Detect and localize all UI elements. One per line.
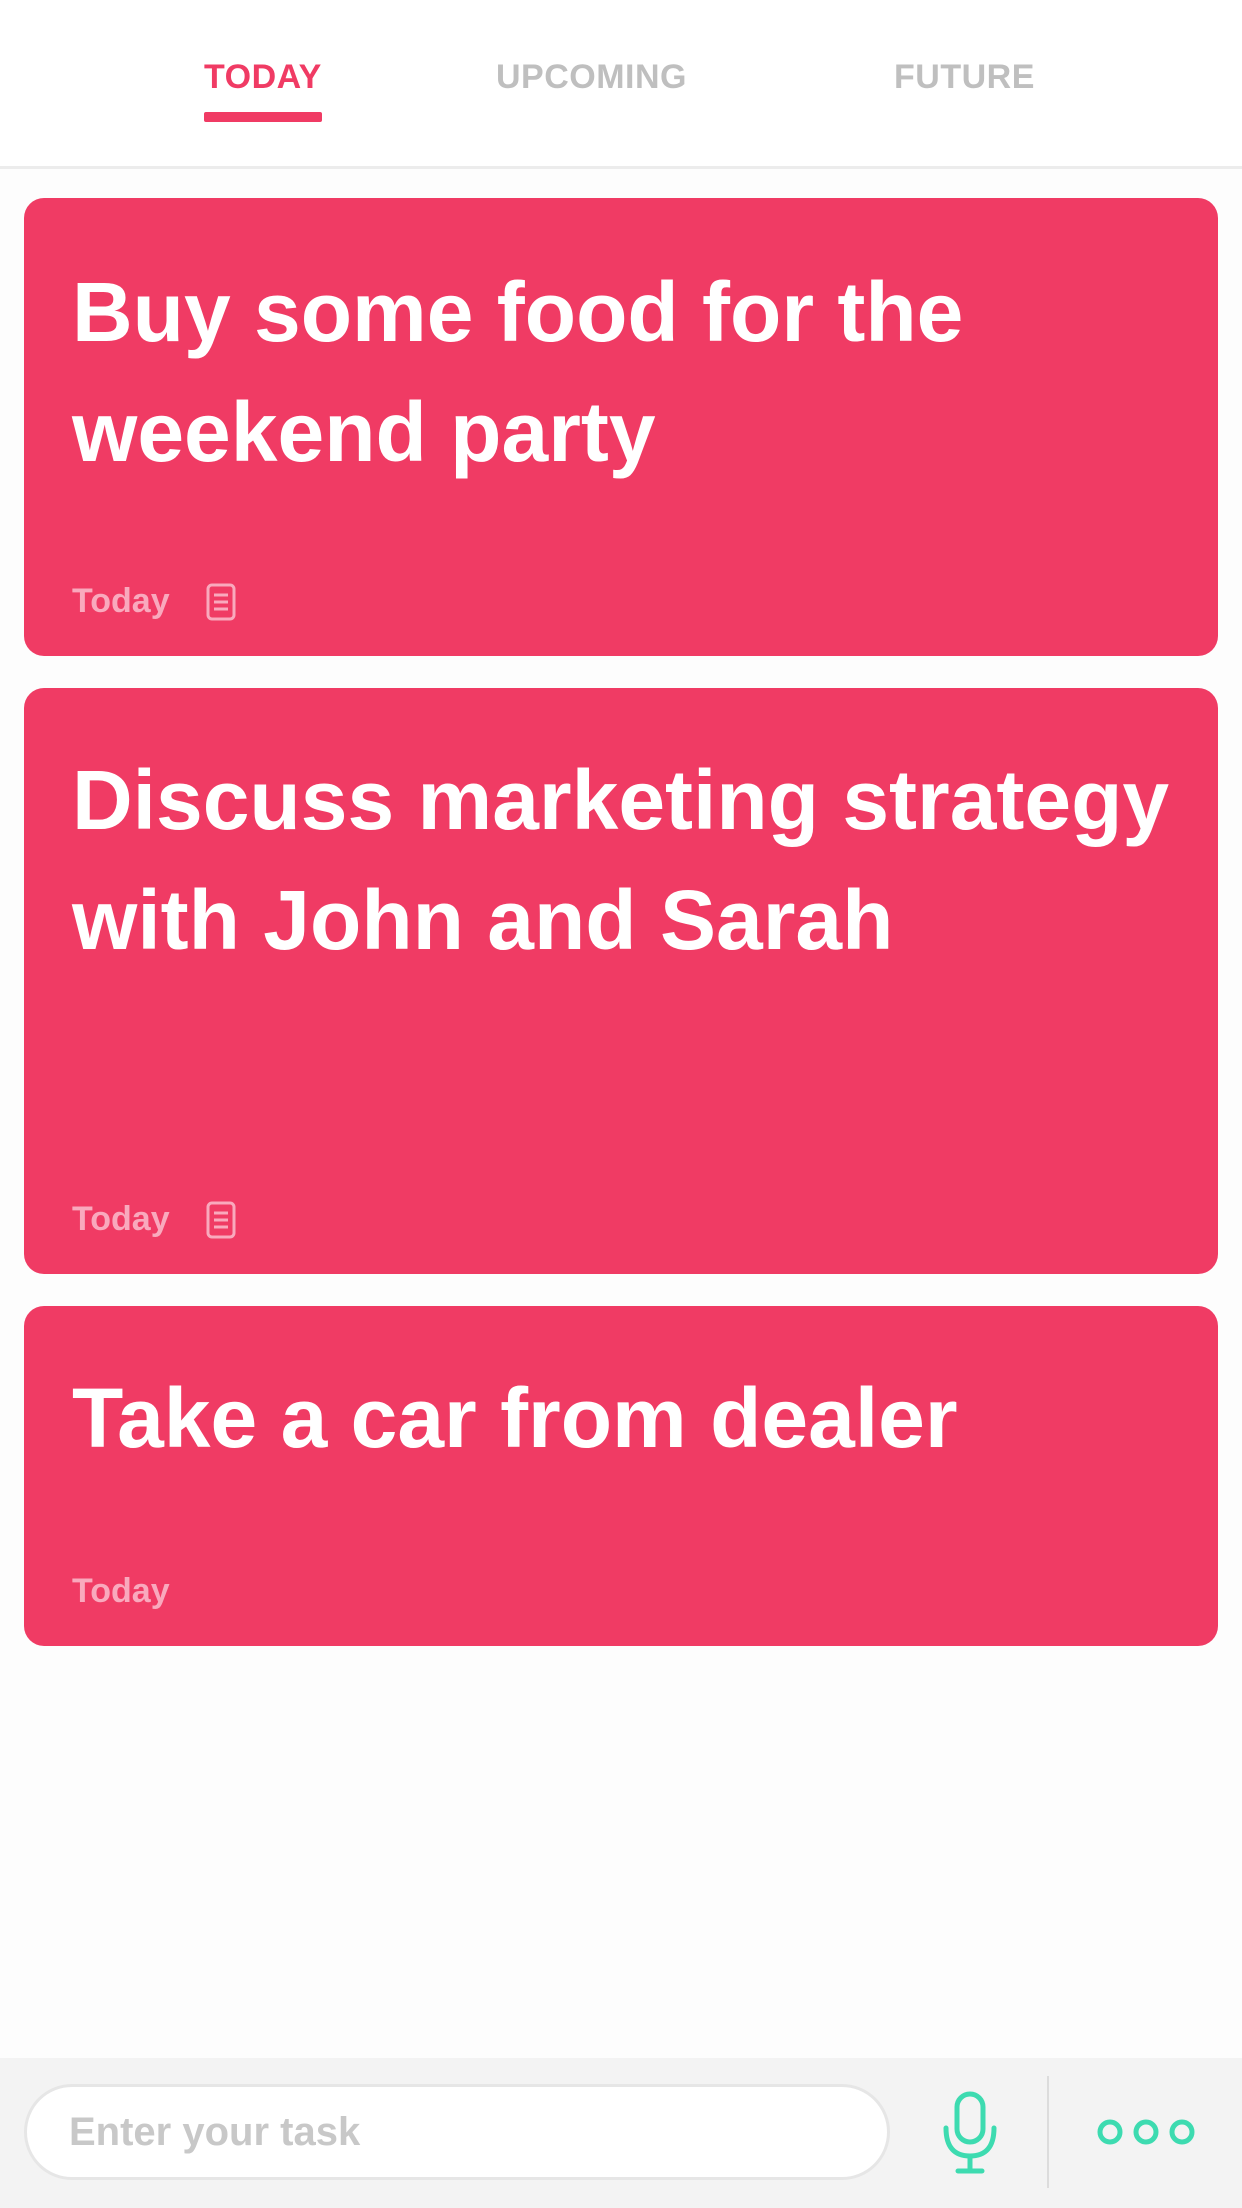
task-due-label: Today <box>72 1200 170 1238</box>
bottom-input-bar <box>0 2058 1242 2208</box>
task-input[interactable] <box>24 2084 890 2180</box>
microphone-icon <box>940 2091 1000 2180</box>
tab-upcoming[interactable]: UPCOMING <box>496 58 687 97</box>
task-card[interactable]: Take a car from dealer Today <box>24 1306 1218 1646</box>
more-icon <box>1094 2119 1198 2156</box>
task-card[interactable]: Discuss marketing strategy with John and… <box>24 688 1218 1274</box>
tab-future[interactable]: FUTURE <box>894 58 1035 97</box>
task-meta: Today <box>72 1200 236 1239</box>
tab-bar: TODAY UPCOMING FUTURE <box>0 0 1242 169</box>
task-title: Take a car from dealer <box>72 1371 958 1465</box>
task-meta: Today <box>72 582 236 621</box>
task-title: Discuss marketing strategy with John and… <box>72 753 1170 967</box>
tab-today-label: TODAY <box>204 58 322 96</box>
task-meta: Today <box>72 1572 170 1611</box>
task-due-label: Today <box>72 582 170 620</box>
active-tab-indicator <box>204 112 322 122</box>
task-title: Buy some food for the weekend party <box>72 265 964 479</box>
more-button[interactable] <box>1094 2112 1198 2152</box>
note-icon <box>206 1201 236 1239</box>
tab-upcoming-label: UPCOMING <box>496 58 687 96</box>
task-card[interactable]: Buy some food for the weekend party Toda… <box>24 198 1218 656</box>
task-due-label: Today <box>72 1572 170 1610</box>
tab-future-label: FUTURE <box>894 58 1035 96</box>
note-icon <box>206 583 236 621</box>
divider <box>1047 2076 1049 2188</box>
microphone-button[interactable] <box>940 2090 1000 2176</box>
tab-today[interactable]: TODAY <box>204 58 322 122</box>
